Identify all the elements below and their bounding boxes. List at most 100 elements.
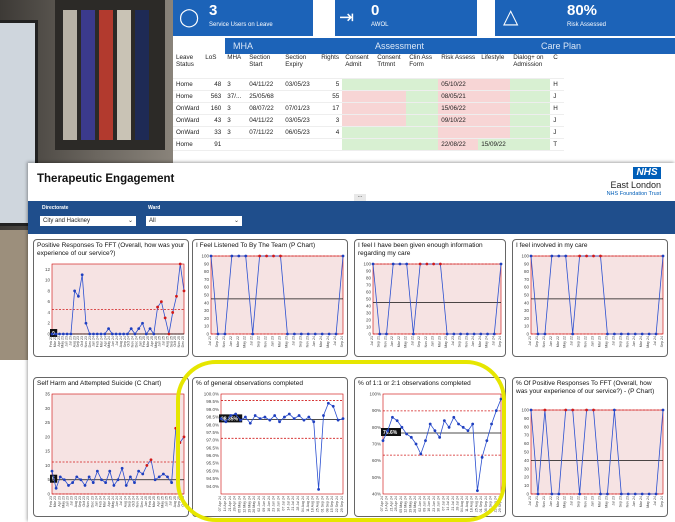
column-header[interactable]: Leave Status bbox=[173, 54, 203, 79]
data-point[interactable] bbox=[331, 404, 335, 408]
data-point[interactable] bbox=[219, 417, 223, 421]
data-point[interactable] bbox=[336, 418, 340, 422]
data-point[interactable] bbox=[578, 492, 582, 496]
data-point[interactable] bbox=[543, 332, 547, 336]
data-point[interactable] bbox=[480, 455, 484, 459]
data-point[interactable] bbox=[178, 262, 182, 266]
data-point[interactable] bbox=[626, 332, 630, 336]
data-point[interactable] bbox=[341, 417, 345, 421]
table-row[interactable]: Home 91 22/08/22 15/09/22 T bbox=[173, 138, 565, 151]
data-point[interactable] bbox=[278, 420, 281, 424]
data-point[interactable] bbox=[71, 481, 75, 484]
data-point[interactable] bbox=[412, 332, 415, 336]
one-to-one-observations-card[interactable]: % of 1:1 or 2:1 observations completed 40… bbox=[354, 377, 506, 517]
column-header[interactable]: Consent Admit bbox=[342, 54, 375, 79]
data-point[interactable] bbox=[133, 332, 137, 336]
column-header[interactable]: Rights bbox=[318, 54, 343, 79]
data-point[interactable] bbox=[599, 254, 602, 258]
data-point[interactable] bbox=[178, 441, 182, 444]
data-point[interactable] bbox=[251, 332, 255, 336]
fft-percent-card[interactable]: % Of Positive Responses To FFT (Overall,… bbox=[512, 377, 668, 517]
data-point[interactable] bbox=[405, 432, 408, 436]
data-point[interactable] bbox=[107, 327, 110, 331]
data-point[interactable] bbox=[273, 414, 277, 417]
data-point[interactable] bbox=[494, 409, 498, 413]
data-point[interactable] bbox=[499, 262, 503, 266]
data-point[interactable] bbox=[640, 332, 644, 336]
data-point[interactable] bbox=[647, 332, 651, 336]
data-point[interactable] bbox=[156, 305, 159, 309]
column-header[interactable]: LoS bbox=[202, 54, 225, 79]
data-point[interactable] bbox=[465, 332, 469, 336]
data-point[interactable] bbox=[286, 332, 289, 336]
data-point[interactable] bbox=[258, 254, 262, 258]
data-point[interactable] bbox=[272, 254, 275, 258]
table-row[interactable]: OnWard 43 3 04/11/22 03/05/23 3 09/10/22 J bbox=[173, 114, 565, 127]
data-point[interactable] bbox=[564, 254, 568, 258]
data-point[interactable] bbox=[459, 332, 462, 336]
data-point[interactable] bbox=[466, 429, 470, 433]
data-point[interactable] bbox=[108, 469, 112, 473]
data-point[interactable] bbox=[529, 254, 533, 258]
data-point[interactable] bbox=[84, 321, 88, 325]
data-point[interactable] bbox=[378, 332, 382, 336]
data-point[interactable] bbox=[253, 414, 257, 417]
data-point[interactable] bbox=[405, 262, 409, 266]
data-point[interactable] bbox=[550, 492, 554, 496]
data-point[interactable] bbox=[133, 481, 136, 484]
data-point[interactable] bbox=[283, 415, 286, 419]
data-point[interactable] bbox=[322, 414, 325, 417]
data-point[interactable] bbox=[317, 487, 320, 491]
data-point[interactable] bbox=[409, 435, 413, 439]
data-point[interactable] bbox=[557, 492, 561, 496]
data-point[interactable] bbox=[395, 419, 399, 423]
data-point[interactable] bbox=[385, 332, 388, 336]
data-point[interactable] bbox=[418, 262, 422, 266]
data-point[interactable] bbox=[239, 418, 242, 422]
data-point[interactable] bbox=[99, 332, 103, 336]
column-header[interactable]: Section Start bbox=[246, 54, 283, 79]
data-point[interactable] bbox=[452, 332, 456, 336]
data-point[interactable] bbox=[129, 327, 133, 331]
data-point[interactable] bbox=[320, 332, 324, 336]
table-row[interactable]: OnWard 33 3 07/11/22 06/05/23 4 J bbox=[173, 126, 565, 139]
data-point[interactable] bbox=[476, 489, 479, 493]
data-point[interactable] bbox=[654, 492, 658, 496]
data-point[interactable] bbox=[163, 316, 167, 320]
data-point[interactable] bbox=[77, 294, 80, 298]
data-point[interactable] bbox=[124, 484, 128, 487]
data-point[interactable] bbox=[499, 397, 503, 401]
data-point[interactable] bbox=[341, 254, 345, 258]
column-header[interactable]: Dialog+ on Admission bbox=[510, 54, 551, 79]
data-point[interactable] bbox=[647, 492, 651, 496]
data-point[interactable] bbox=[307, 415, 311, 419]
data-point[interactable] bbox=[398, 262, 402, 266]
data-point[interactable] bbox=[302, 418, 306, 422]
column-header[interactable]: Risk Assess bbox=[438, 54, 479, 79]
data-point[interactable] bbox=[153, 478, 157, 482]
data-point[interactable] bbox=[536, 492, 540, 496]
data-point[interactable] bbox=[209, 254, 213, 258]
data-point[interactable] bbox=[110, 332, 114, 336]
table-row[interactable]: Home 48 3 04/11/22 03/05/23 5 05/10/22 H bbox=[173, 78, 565, 91]
data-point[interactable] bbox=[88, 332, 92, 336]
data-point[interactable] bbox=[485, 439, 489, 443]
data-point[interactable] bbox=[174, 426, 178, 430]
more-options-button[interactable]: ... bbox=[354, 193, 366, 201]
data-point[interactable] bbox=[492, 332, 496, 336]
data-point[interactable] bbox=[137, 327, 141, 331]
data-point[interactable] bbox=[141, 321, 144, 325]
data-point[interactable] bbox=[95, 332, 99, 336]
data-point[interactable] bbox=[414, 442, 418, 446]
listened-to-card[interactable]: I Feel Listened To By The Team (P Chart)… bbox=[192, 239, 348, 357]
data-point[interactable] bbox=[419, 452, 423, 456]
data-point[interactable] bbox=[159, 300, 163, 304]
data-point[interactable] bbox=[50, 332, 54, 336]
data-point[interactable] bbox=[428, 422, 432, 426]
data-point[interactable] bbox=[564, 408, 568, 412]
data-point[interactable] bbox=[75, 475, 79, 479]
data-point[interactable] bbox=[234, 412, 238, 416]
data-point[interactable] bbox=[170, 481, 174, 484]
data-point[interactable] bbox=[171, 311, 175, 314]
data-point[interactable] bbox=[244, 254, 248, 258]
